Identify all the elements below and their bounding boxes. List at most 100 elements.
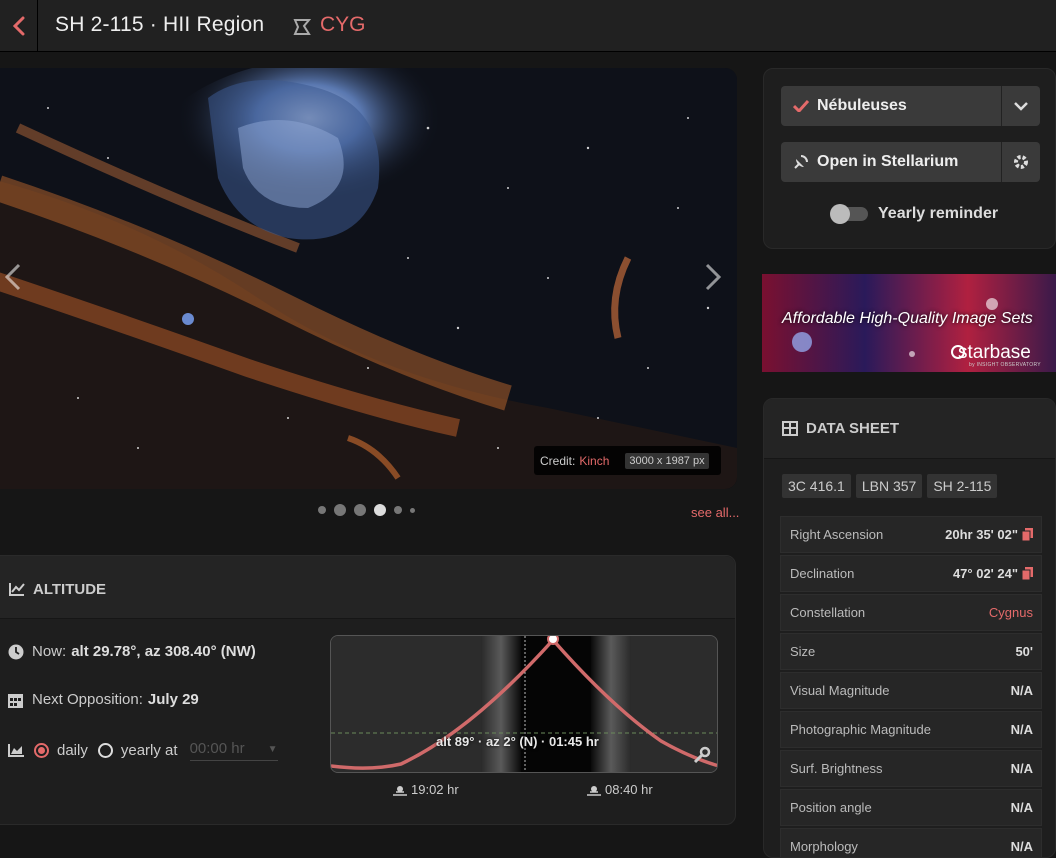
table-row: Right Ascension 20hr 35' 02" [780,516,1042,553]
wrench-icon[interactable] [693,746,711,764]
chevron-down-icon [1014,101,1028,111]
carousel-dot[interactable] [354,504,366,516]
table-row: Surf. Brightness N/A [780,750,1042,787]
chevron-left-icon [12,16,24,36]
carousel-indicators [318,504,415,516]
datasheet-panel: DATA SHEET 3C 416.1 LBN 357 SH 2-115 Rig… [763,398,1056,858]
page-title: SH 2-115 · HII Region [55,13,265,36]
opposition-row: Next Opposition: July 29 [8,691,199,708]
stellarium-settings-button[interactable] [1001,142,1040,182]
yearly-reminder-toggle[interactable] [830,204,868,224]
open-stellarium-button[interactable]: Open in Stellarium [781,142,1001,182]
row-key: Photographic Magnitude [790,722,931,737]
set-time: 08:40 hr [587,782,653,797]
row-value: N/A [1010,761,1033,776]
table-row: Declination 47° 02' 24" [780,555,1042,592]
daily-radio[interactable] [34,743,49,758]
row-value: N/A [1010,800,1033,815]
alias-chip: SH 2-115 [927,474,998,498]
datasheet-title: DATA SHEET [806,420,900,437]
table-icon [782,421,798,436]
row-value: N/A [1010,839,1033,854]
list-dropdown-button[interactable] [1001,86,1040,126]
constellation-link[interactable]: CYG [320,13,366,37]
carousel-dot[interactable] [410,507,415,513]
gear-icon [1014,155,1028,169]
carousel-dot[interactable] [334,504,346,516]
check-icon [793,100,809,112]
actions-panel: Nébuleuses Open in Stellarium Yearly rem… [763,68,1056,249]
carousel-next-icon[interactable] [704,263,722,291]
back-button[interactable] [0,0,38,52]
copy-icon[interactable] [1022,567,1033,580]
table-row: Morphology N/A [780,828,1042,857]
altitude-curve [331,636,717,772]
caret-down-icon: ▼ [267,744,278,755]
constellation-value-link[interactable]: Cygnus [989,605,1033,620]
sponsor-banner[interactable]: Affordable High-Quality Image Sets starb… [762,274,1056,372]
row-key: Position angle [790,800,872,815]
datasheet-table: Right Ascension 20hr 35' 02" Declination… [780,516,1042,857]
table-row: Photographic Magnitude N/A [780,711,1042,748]
row-key: Morphology [790,839,858,854]
table-row: Constellation Cygnus [780,594,1042,631]
row-value: 50' [1015,644,1033,659]
banner-tagline: Affordable High-Quality Image Sets [782,310,1033,327]
altitude-title: ALTITUDE [33,581,107,598]
row-value: N/A [1010,683,1033,698]
alias-chip: 3C 416.1 [782,474,851,498]
see-all-link[interactable]: see all... [691,505,739,520]
current-position-row: Now: alt 29.78°, az 308.40° (NW) [8,643,256,660]
stellarium-button-label: Open in Stellarium [817,153,959,170]
altitude-graph[interactable]: alt 89° · az 2° (N) · 01:45 hr [330,635,718,773]
alias-list: 3C 416.1 LBN 357 SH 2-115 [782,474,998,498]
stellarium-split-button: Open in Stellarium [781,142,1040,182]
banner-brand-sub: by INSIGHT OBSERVATORY [969,362,1041,368]
opposition-label: Next Opposition: [32,691,143,708]
row-key: Constellation [790,605,866,620]
sunrise-icon [393,785,407,796]
carousel-dot[interactable] [318,506,326,514]
row-key: Visual Magnitude [790,683,890,698]
yearly-time-select[interactable]: 00:00 hr ▼ [189,740,278,761]
row-value: 47° 02' 24" [953,566,1033,581]
yearly-radio[interactable] [97,743,113,758]
row-key: Surf. Brightness [790,761,883,776]
row-value: 20hr 35' 02" [945,527,1033,542]
altitude-header: ALTITUDE [0,556,735,619]
row-key: Declination [790,566,855,581]
now-value: alt 29.78°, az 308.40° (NW) [71,643,256,660]
credit-author-link[interactable]: Kinch [579,454,609,468]
opposition-value: July 29 [147,691,199,708]
clock-icon [8,644,24,659]
row-value: N/A [1010,722,1033,737]
table-row: Size 50' [780,633,1042,670]
carousel-prev-icon[interactable] [4,263,22,291]
daily-label: daily [57,742,88,759]
carousel-dot-active[interactable] [374,504,386,516]
image-carousel[interactable]: Credit: Kinch 3000 x 1987 px [0,68,737,489]
now-label: Now: [32,643,67,660]
credit-label: Credit: [540,453,576,468]
table-row: Position angle N/A [780,789,1042,826]
banner-brand: starbase [958,342,1031,363]
nebula-photo [0,68,737,489]
copy-icon[interactable] [1022,528,1033,541]
list-toggle-button[interactable]: Nébuleuses [781,86,1001,126]
sunset-icon [587,785,601,796]
calendar-icon [8,693,23,708]
yearly-reminder-label: Yearly reminder [878,205,999,222]
image-dimensions-badge: 3000 x 1987 px [625,452,709,469]
area-chart-icon [8,744,24,757]
satellite-dish-icon [794,155,808,169]
altitude-mode-row: daily yearly at 00:00 hr ▼ [8,740,278,761]
datasheet-header: DATA SHEET [764,399,1055,459]
chart-line-icon [9,583,25,596]
carousel-dot[interactable] [394,506,402,514]
row-key: Right Ascension [790,527,884,542]
graph-peak-label: alt 89° · az 2° (N) · 01:45 hr [436,734,599,749]
alias-chip: LBN 357 [855,474,923,498]
constellation-icon [293,19,312,35]
yearly-reminder-row: Yearly reminder [830,204,999,224]
set-time-value: 08:40 hr [605,782,653,797]
